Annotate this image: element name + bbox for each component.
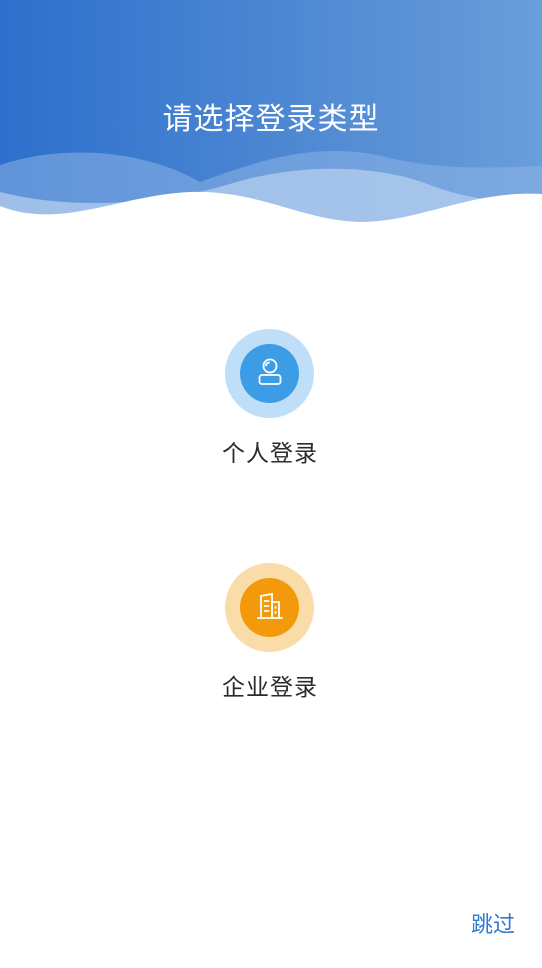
enterprise-login-label: 企业登录 (222, 675, 318, 701)
personal-icon-ring (225, 329, 314, 418)
enterprise-login-option[interactable]: 企业登录 (171, 563, 371, 713)
enterprise-icon-core (240, 578, 299, 637)
skip-button[interactable]: 跳过 (471, 910, 515, 942)
login-type-screen: 请选择登录类型 个人登录 企业登录 跳过 (0, 0, 542, 968)
personal-login-label: 个人登录 (222, 441, 318, 467)
user-icon (256, 357, 284, 391)
personal-login-option[interactable]: 个人登录 (171, 329, 371, 479)
building-icon (255, 592, 285, 624)
personal-icon-core (240, 344, 299, 403)
header-banner: 请选择登录类型 (0, 0, 542, 230)
page-title: 请选择登录类型 (162, 102, 380, 137)
enterprise-icon-ring (225, 563, 314, 652)
